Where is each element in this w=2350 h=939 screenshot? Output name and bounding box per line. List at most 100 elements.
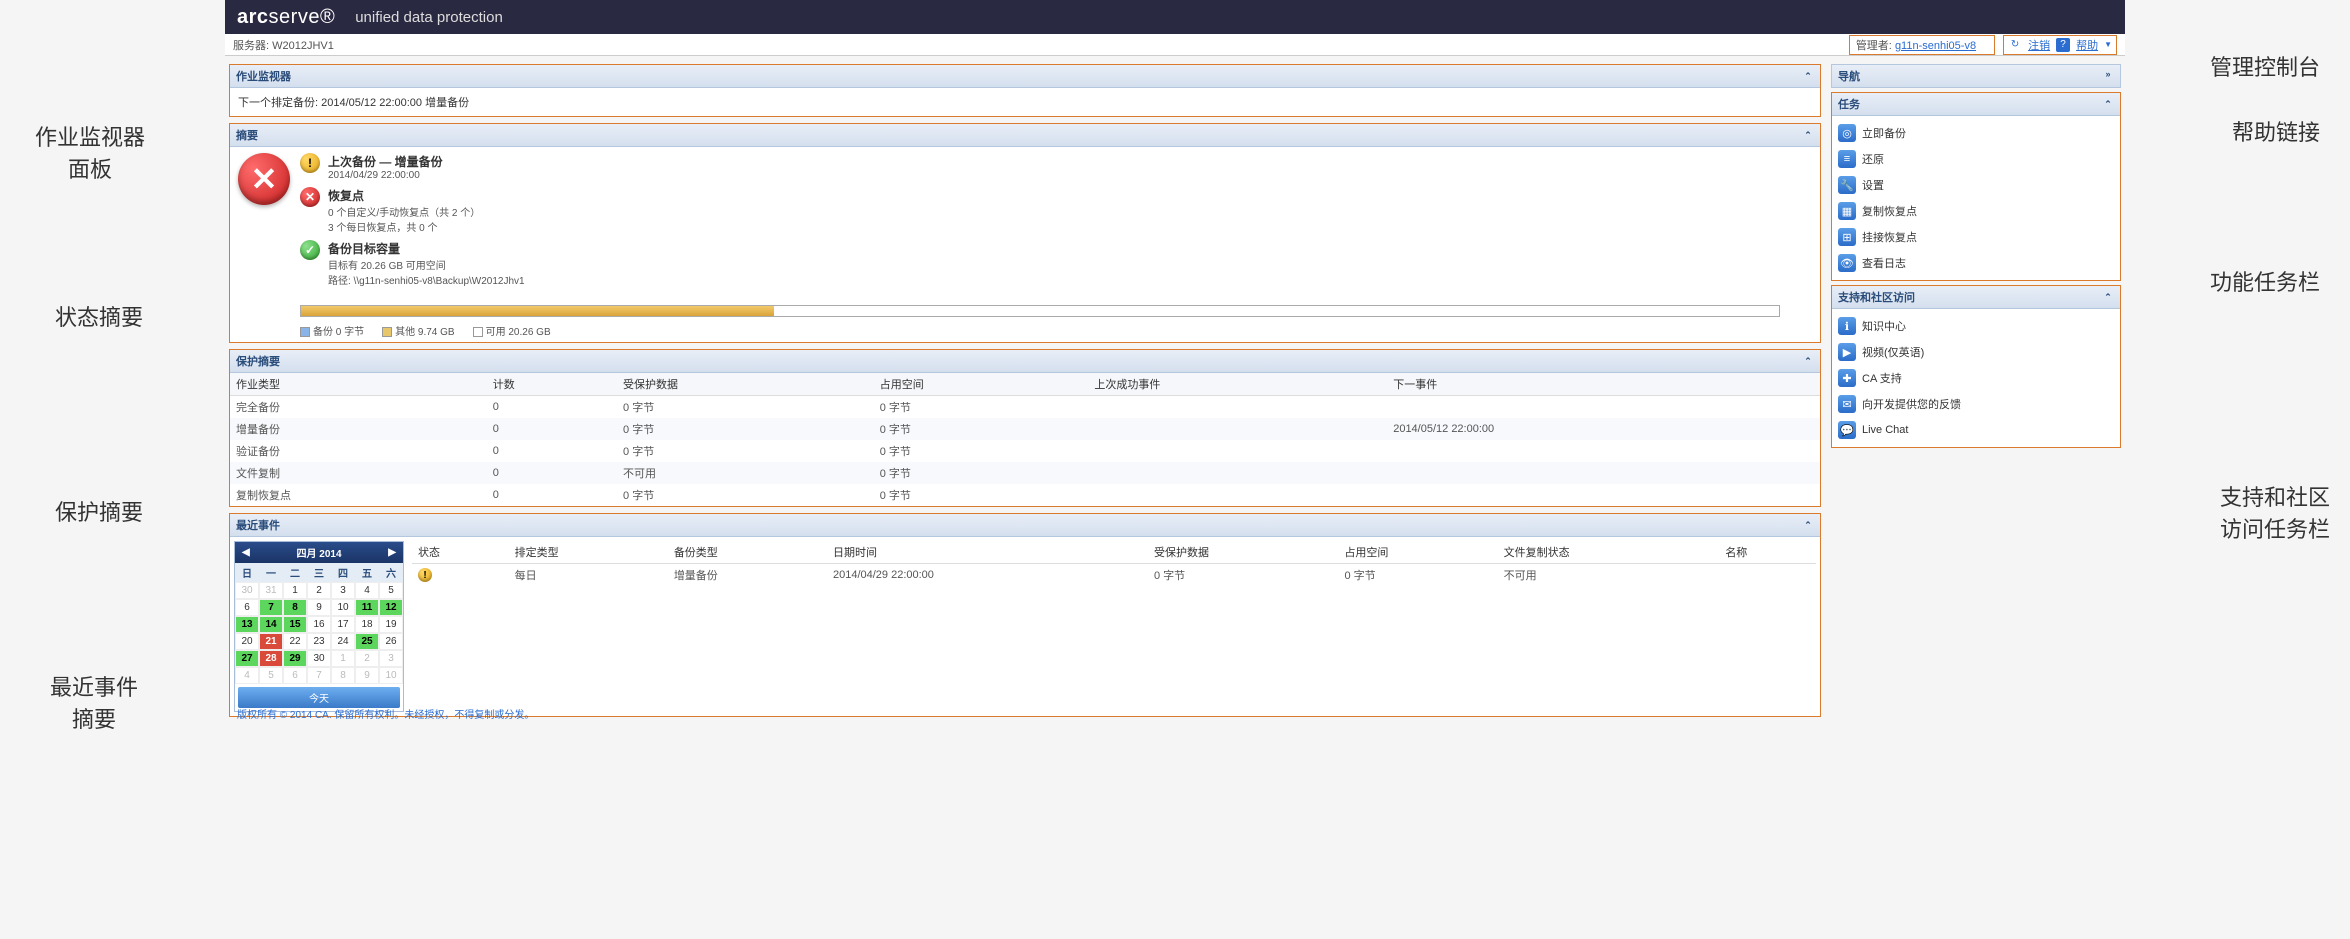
- cal-day[interactable]: 14: [259, 616, 283, 633]
- collapse-icon[interactable]: ⌃: [1802, 129, 1814, 141]
- task-icon: ≡: [1838, 150, 1856, 168]
- cal-day[interactable]: 9: [307, 599, 331, 616]
- help-icon[interactable]: ?: [2056, 38, 2070, 52]
- cal-prev[interactable]: ◀: [238, 547, 254, 558]
- task-item[interactable]: ⊞挂接恢复点: [1836, 224, 2116, 250]
- logout-link[interactable]: 注销: [2028, 37, 2050, 53]
- cal-day[interactable]: 23: [307, 633, 331, 650]
- support-item[interactable]: ✚CA 支持: [1836, 365, 2116, 391]
- tasks-title: 任务: [1838, 96, 1860, 112]
- cal-day[interactable]: 11: [355, 599, 379, 616]
- task-item[interactable]: ▦复制恢复点: [1836, 198, 2116, 224]
- cal-day[interactable]: 13: [235, 616, 259, 633]
- support-item[interactable]: ✉向开发提供您的反馈: [1836, 391, 2116, 417]
- protection-summary-panel: 保护摘要⌃ 作业类型计数受保护数据占用空间上次成功事件下一事件 完全备份00 字…: [229, 349, 1821, 507]
- cal-day[interactable]: 7: [307, 667, 331, 684]
- cal-day[interactable]: 2: [355, 650, 379, 667]
- support-label: Live Chat: [1862, 424, 1908, 436]
- annotation-protection-summary: 保护摘要: [55, 495, 143, 527]
- cal-day[interactable]: 25: [355, 633, 379, 650]
- table-row: 完全备份00 字节0 字节: [230, 396, 1820, 419]
- cal-day[interactable]: 7: [259, 599, 283, 616]
- server-label: 服务器: W2012JHV1: [233, 37, 334, 53]
- cal-day[interactable]: 21: [259, 633, 283, 650]
- cal-day[interactable]: 6: [283, 667, 307, 684]
- task-item[interactable]: ≡还原: [1836, 146, 2116, 172]
- capacity-bar-used: [301, 306, 774, 316]
- cal-day[interactable]: 17: [331, 616, 355, 633]
- job-monitor-title: 作业监视器: [236, 68, 291, 84]
- cal-day[interactable]: 12: [379, 599, 403, 616]
- warning-icon: !: [300, 153, 320, 173]
- cal-day[interactable]: 10: [379, 667, 403, 684]
- support-item[interactable]: 💬Live Chat: [1836, 417, 2116, 443]
- cal-dow: 五: [355, 563, 379, 582]
- cal-day[interactable]: 6: [235, 599, 259, 616]
- support-item[interactable]: ▶视频(仅英语): [1836, 339, 2116, 365]
- cal-day[interactable]: 20: [235, 633, 259, 650]
- cal-day[interactable]: 8: [283, 599, 307, 616]
- table-header: 受保护数据: [1148, 541, 1338, 564]
- cal-day[interactable]: 30: [307, 650, 331, 667]
- cal-day[interactable]: 4: [355, 582, 379, 599]
- task-item[interactable]: ◎立即备份: [1836, 120, 2116, 146]
- cal-day[interactable]: 9: [355, 667, 379, 684]
- cal-day[interactable]: 3: [331, 582, 355, 599]
- collapse-icon[interactable]: ⌃: [1802, 70, 1814, 82]
- support-panel: 支持和社区访问 ⌃ ℹ知识中心▶视频(仅英语)✚CA 支持✉向开发提供您的反馈💬L…: [1831, 285, 2121, 448]
- cal-day[interactable]: 29: [283, 650, 307, 667]
- cal-day[interactable]: 22: [283, 633, 307, 650]
- cal-day[interactable]: 26: [379, 633, 403, 650]
- summary-title: 摘要: [236, 127, 258, 143]
- cal-next[interactable]: ▶: [384, 547, 400, 558]
- support-title: 支持和社区访问: [1838, 289, 1915, 305]
- cal-dow: 一: [259, 563, 283, 582]
- help-link[interactable]: 帮助: [2076, 37, 2098, 53]
- task-label: 立即备份: [1862, 125, 1906, 141]
- cal-day[interactable]: 30: [235, 582, 259, 599]
- refresh-icon[interactable]: ↻: [2008, 38, 2022, 52]
- cal-day[interactable]: 10: [331, 599, 355, 616]
- cal-day[interactable]: 5: [259, 667, 283, 684]
- cal-day[interactable]: 5: [379, 582, 403, 599]
- today-button[interactable]: 今天: [238, 687, 400, 708]
- recovery-points-title: 恢复点: [328, 187, 480, 204]
- cal-day[interactable]: 28: [259, 650, 283, 667]
- table-row: 文件复制0不可用0 字节: [230, 462, 1820, 484]
- task-label: 复制恢复点: [1862, 203, 1917, 219]
- table-header: 日期时间: [827, 541, 1148, 564]
- destination-title: 备份目标容量: [328, 240, 525, 257]
- cal-day[interactable]: 3: [379, 650, 403, 667]
- cal-day[interactable]: 8: [331, 667, 355, 684]
- task-item[interactable]: 👁查看日志: [1836, 250, 2116, 276]
- nav-header: 导航»: [1831, 64, 2121, 88]
- cal-day[interactable]: 24: [331, 633, 355, 650]
- collapse-icon[interactable]: ⌃: [2102, 291, 2114, 303]
- legend-backup: 备份 0 字节: [300, 323, 364, 338]
- cal-day[interactable]: 19: [379, 616, 403, 633]
- cal-day[interactable]: 16: [307, 616, 331, 633]
- events-table: 状态排定类型备份类型日期时间受保护数据占用空间文件复制状态名称 !每日增量备份2…: [412, 541, 1816, 586]
- cal-day[interactable]: 15: [283, 616, 307, 633]
- error-icon: ✕: [300, 187, 320, 207]
- collapse-icon[interactable]: ⌃: [2102, 98, 2114, 110]
- cal-day[interactable]: 1: [283, 582, 307, 599]
- cal-day[interactable]: 31: [259, 582, 283, 599]
- cal-day[interactable]: 2: [307, 582, 331, 599]
- cal-day[interactable]: 18: [355, 616, 379, 633]
- chevron-down-icon[interactable]: ▼: [2104, 40, 2112, 49]
- info-bar: 服务器: W2012JHV1 管理者: g11n-senhi05-v8 ↻ 注销…: [225, 34, 2125, 56]
- collapse-icon[interactable]: ⌃: [1802, 355, 1814, 367]
- task-item[interactable]: 🔧设置: [1836, 172, 2116, 198]
- collapse-icon[interactable]: ⌃: [1802, 519, 1814, 531]
- app-header: arcserve® unified data protection: [225, 0, 2125, 34]
- cal-day[interactable]: 27: [235, 650, 259, 667]
- admin-link[interactable]: g11n-senhi05-v8: [1895, 40, 1976, 52]
- cal-day[interactable]: 4: [235, 667, 259, 684]
- next-scheduled-backup: 下一个排定备份: 2014/05/12 22:00:00 增量备份: [230, 88, 1820, 116]
- destination-capacity: 目标有 20.26 GB 可用空间: [328, 257, 525, 272]
- cal-day[interactable]: 1: [331, 650, 355, 667]
- support-item[interactable]: ℹ知识中心: [1836, 313, 2116, 339]
- table-header: 受保护数据: [617, 373, 874, 396]
- collapse-icon[interactable]: »: [2102, 68, 2114, 80]
